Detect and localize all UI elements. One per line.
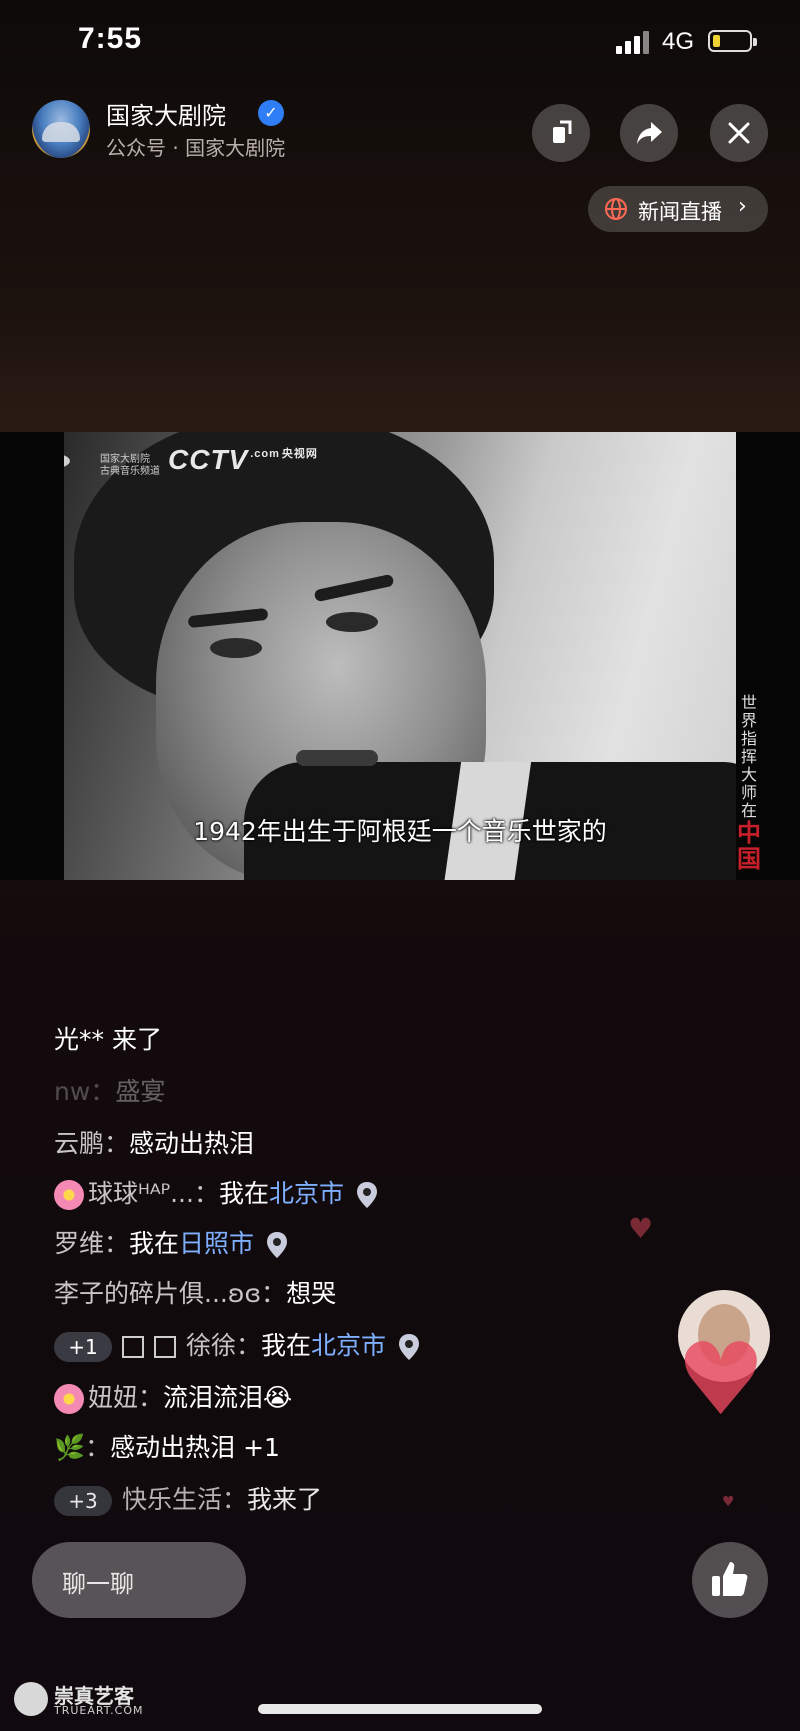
share-button[interactable]	[620, 104, 678, 162]
news-live-label: 新闻直播	[638, 200, 722, 224]
list-item: 李子的碎片俱...ʚɞ：想哭	[54, 1279, 337, 1308]
heart-icon: ♥	[628, 1212, 654, 1245]
thumbs-up-icon	[712, 1562, 748, 1596]
list-item: 云鹏：感动出热泪	[54, 1129, 255, 1158]
status-time: 7:55	[78, 22, 143, 55]
home-indicator[interactable]	[258, 1704, 542, 1714]
video-player[interactable]: 国家大剧院 古典音乐频道 CCTV .com 央视网 1942年出生于阿根廷一个音乐…	[0, 432, 800, 880]
ncpa-logo-icon	[64, 454, 70, 468]
location-pin-icon	[399, 1334, 420, 1360]
list-item: 罗维：我在日照市	[54, 1224, 288, 1260]
list-item: nw：盛宴	[54, 1077, 166, 1106]
account-avatar[interactable]	[32, 100, 90, 158]
close-button[interactable]	[710, 104, 768, 162]
battery-icon	[708, 30, 757, 52]
video-frame: 国家大剧院 古典音乐频道 CCTV .com 央视网 1942年出生于阿根廷一个音乐…	[64, 432, 736, 880]
list-item: 妞妞：流泪流泪😭	[54, 1378, 292, 1414]
network-type: 4G	[662, 28, 695, 55]
list-item: +1 徐徐：我在北京市	[54, 1326, 420, 1362]
crying-emoji-icon: 😭	[263, 1383, 293, 1412]
fan-badge: +3	[54, 1486, 112, 1516]
like-button[interactable]	[692, 1542, 768, 1618]
location-pin-icon	[267, 1232, 288, 1258]
chat-input[interactable]: 聊一聊	[32, 1542, 246, 1618]
status-bar: 7:55 4G	[0, 0, 800, 90]
flower-emoji-icon: 🌿	[54, 1433, 86, 1462]
news-live-button[interactable]: 新闻直播 ›	[588, 186, 768, 232]
location-pin-icon	[356, 1182, 377, 1208]
list-item: 🌿：感动出热泪 +1	[54, 1433, 280, 1462]
list-item: +3 快乐生活：我来了	[54, 1480, 322, 1516]
account-subtitle: 公众号 · 国家大剧院	[106, 136, 286, 160]
video-subtitle: 1942年出生于阿根廷一个音乐世家的	[193, 817, 607, 846]
program-title: 世界指挥大师在 中国	[737, 693, 761, 873]
chat-placeholder: 聊一聊	[62, 1570, 134, 1598]
watermark: 崇真艺客 TRUEART.COM	[14, 1680, 142, 1720]
list-item: 光** 来了	[54, 1025, 162, 1054]
list-item: 球球ᴴᴬᴾ...：我在北京市	[54, 1174, 378, 1210]
fan-badge: +1	[54, 1332, 112, 1362]
heart-icon: ♥	[722, 1494, 735, 1510]
chevron-right-icon: ›	[738, 194, 747, 219]
butterfly-icon: ʚɞ	[227, 1279, 262, 1308]
live-header: 国家大剧院 ✓ 公众号 · 国家大剧院	[0, 96, 800, 176]
account-name[interactable]: 国家大剧院	[106, 96, 226, 131]
close-icon	[728, 122, 750, 144]
signal-icon	[616, 30, 652, 54]
share-icon	[637, 122, 662, 144]
flower-icon	[54, 1180, 84, 1210]
verified-icon: ✓	[258, 100, 284, 126]
heart-icon: ♥	[676, 1321, 766, 1438]
watermark-logo-icon	[14, 1682, 48, 1716]
ncpa-logo: 国家大剧院 古典音乐频道	[100, 454, 160, 477]
minimize-button[interactable]	[532, 104, 590, 162]
flower-icon	[54, 1384, 84, 1414]
globe-icon	[605, 198, 627, 220]
minimize-icon	[553, 120, 572, 143]
cctv-logo: CCTV .com 央视网	[168, 444, 318, 475]
